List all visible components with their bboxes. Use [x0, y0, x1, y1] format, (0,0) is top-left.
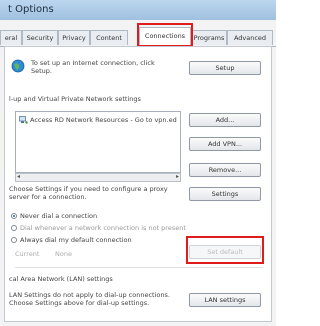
globe-icon	[11, 59, 25, 73]
tab-general[interactable]: eral	[0, 30, 22, 45]
connection-list[interactable]: Access RD Network Resources - Go to vpn.…	[15, 111, 181, 173]
tab-security[interactable]: Security	[22, 30, 58, 45]
current-label: Current	[15, 250, 40, 258]
settings-button[interactable]: Settings	[189, 187, 261, 201]
setup-text: To set up an Internet connection, click …	[31, 59, 155, 75]
radio-never-dial-label: Never dial a connection	[20, 212, 98, 220]
remove-button[interactable]: Remove...	[189, 163, 261, 177]
radio-dial-when-no-network-label: Dial whenever a network connection is no…	[20, 224, 186, 232]
tab-highlight-box	[137, 23, 193, 47]
radio-always-dial[interactable]	[11, 237, 17, 243]
scroll-left-arrow-icon[interactable]: ◂	[17, 173, 20, 180]
connection-list-scrollbar[interactable]: ◂ ▸	[15, 173, 181, 182]
set-default-highlight-box	[186, 236, 264, 264]
tab-content[interactable]: Content	[90, 30, 128, 45]
add-vpn-button[interactable]: Add VPN...	[189, 137, 261, 151]
radio-never-dial[interactable]	[11, 213, 17, 219]
current-value: None	[55, 250, 72, 258]
network-connection-icon	[19, 116, 28, 124]
setup-button[interactable]: Setup	[189, 61, 261, 75]
window-title: t Options	[8, 4, 54, 15]
add-button[interactable]: Add...	[189, 113, 261, 127]
dialup-section-title: l-up and Virtual Private Network setting…	[9, 95, 141, 103]
scroll-right-arrow-icon[interactable]: ▸	[176, 173, 179, 180]
connection-list-item[interactable]: Access RD Network Resources - Go to vpn.…	[30, 116, 180, 124]
lan-settings-text: LAN Settings do not apply to dial-up con…	[9, 291, 170, 307]
tab-privacy[interactable]: Privacy	[58, 30, 90, 45]
proxy-settings-text: Choose Settings if you need to configure…	[9, 185, 168, 201]
lan-settings-button[interactable]: LAN settings	[189, 293, 261, 307]
connections-panel: To set up an Internet connection, click …	[4, 46, 272, 322]
title-bar: t Options	[0, 0, 276, 20]
radio-dial-when-no-network[interactable]	[11, 225, 17, 231]
tab-advanced[interactable]: Advanced	[227, 30, 273, 45]
lan-section-title: cal Area Network (LAN) settings	[9, 275, 113, 283]
tab-programs[interactable]: Programs	[191, 30, 227, 45]
section-divider	[15, 267, 263, 268]
internet-options-window: t Options eral Security Privacy Content …	[0, 0, 276, 326]
